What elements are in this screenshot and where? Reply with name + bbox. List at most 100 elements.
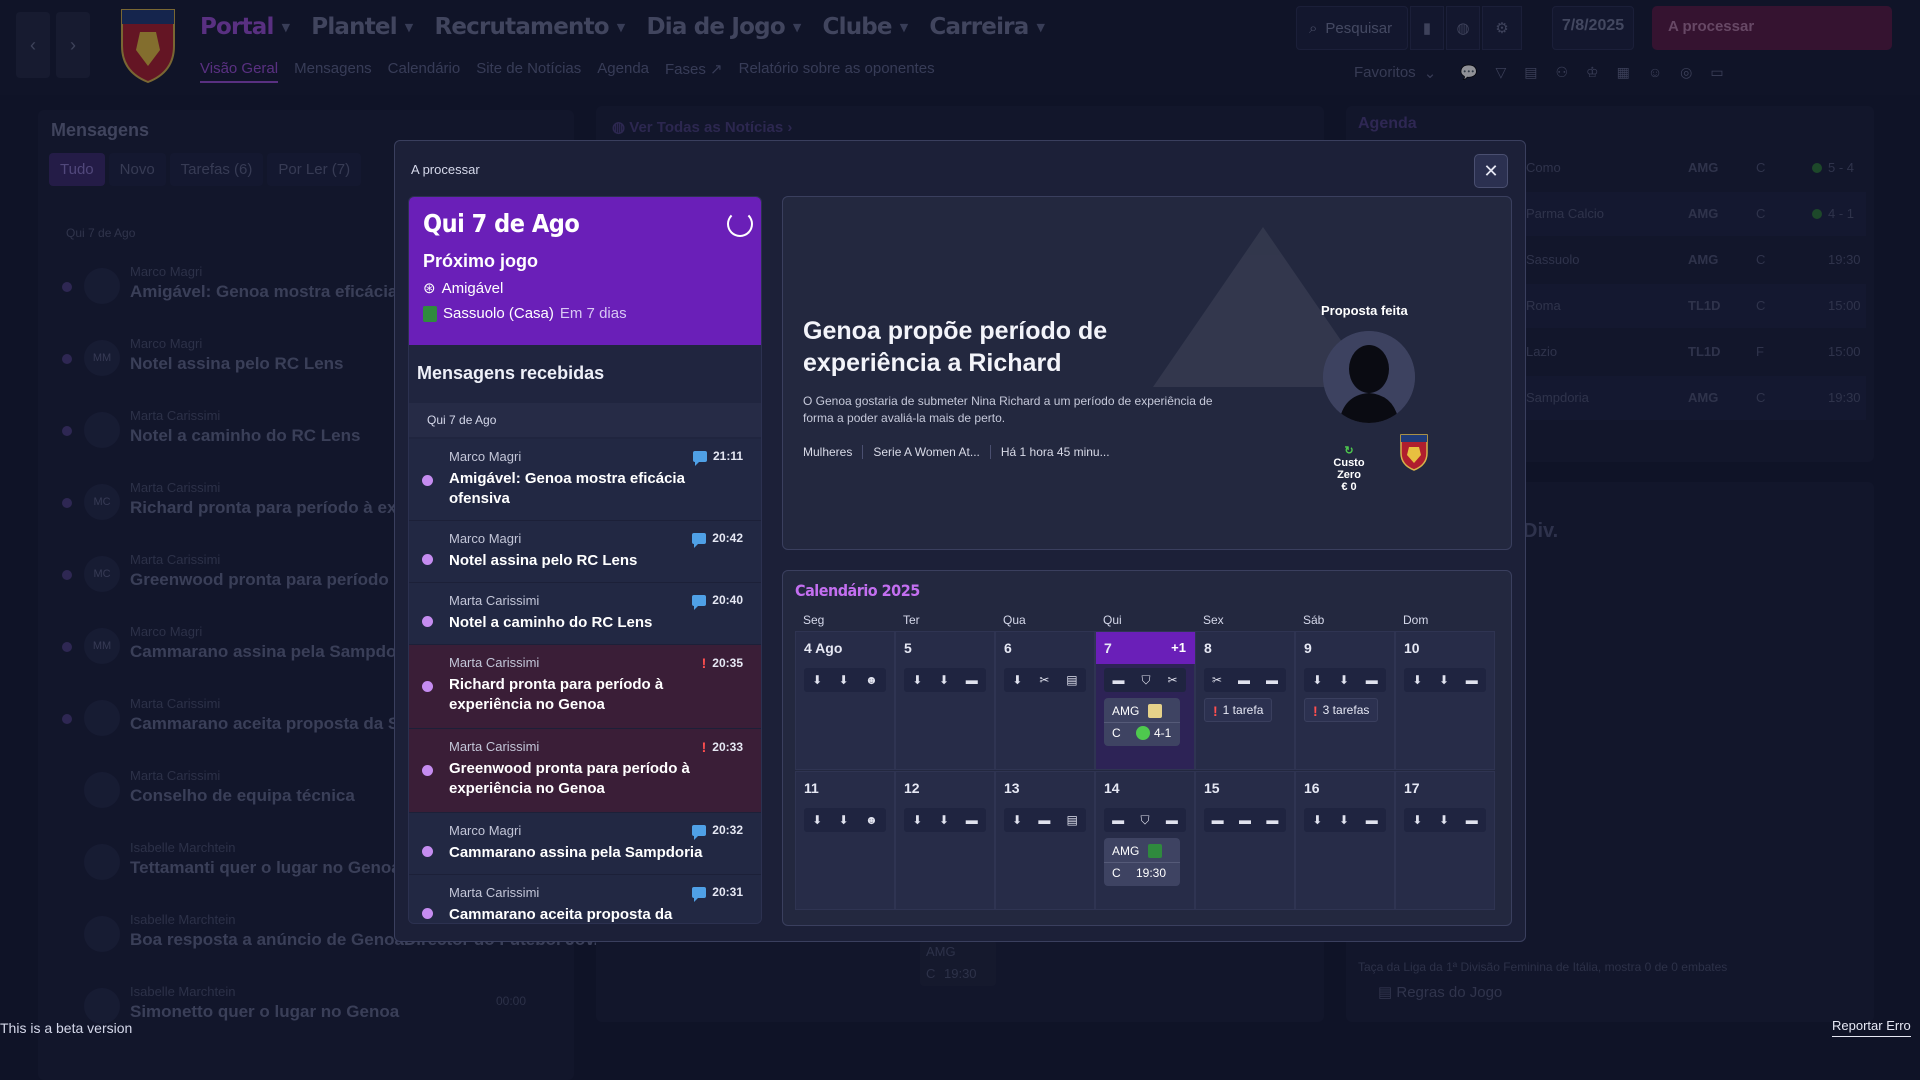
chat-icon: [692, 594, 707, 610]
calendar-day[interactable]: 17 ⬇ ⬇ ▬: [1395, 771, 1495, 910]
day-number: 6: [1004, 640, 1012, 656]
message-time: 20:40: [692, 593, 743, 610]
message-from: Marta Carissimi: [449, 739, 540, 754]
day-activities[interactable]: ⬇ ▬ ▤: [1004, 808, 1086, 832]
win-dot: [1136, 726, 1150, 740]
calendar-title: Calendário 2025: [795, 581, 920, 600]
task-count: 3 tarefas: [1322, 703, 1370, 717]
day-activities[interactable]: ⬇ ⬇ ▬: [904, 668, 986, 692]
message-time: 21:11: [692, 449, 743, 466]
message-time: 20:32: [692, 823, 743, 840]
opponent-crest-icon: [423, 305, 437, 322]
report-error-link[interactable]: Reportar Erro: [1832, 1018, 1911, 1037]
chat-icon: [692, 532, 707, 548]
training-icon: ▬: [1211, 813, 1224, 827]
calendar-day[interactable]: 5 ⬇ ⬇ ▬: [895, 631, 995, 770]
weekday-label: Qui: [1103, 613, 1122, 627]
match-venue: C: [1112, 726, 1121, 740]
news-card[interactable]: Genoa propõe período de experiência a Ri…: [782, 196, 1512, 550]
day-activities[interactable]: ⬇ ⬇ ▬: [904, 808, 986, 832]
calendar-day[interactable]: 16 ⬇ ⬇ ▬: [1295, 771, 1395, 910]
message-item[interactable]: Marco Magri 20:42 Notel assina pelo RC Len…: [409, 521, 761, 583]
training-icon: ⬇: [1312, 813, 1323, 827]
message-item[interactable]: Marco Magri 21:11 Amigável: Genoa mostra e…: [409, 439, 761, 521]
day-activities[interactable]: ▬ ⛉ ✂: [1104, 668, 1186, 692]
day-activities[interactable]: ⬇ ⬇ ▬: [1304, 808, 1386, 832]
day-activities[interactable]: ✂ ▬ ▬: [1204, 668, 1286, 692]
task-badge[interactable]: ! 1 tarefa: [1204, 698, 1273, 722]
calendar-day[interactable]: 12 ⬇ ⬇ ▬: [895, 771, 995, 910]
calendar-day[interactable]: 4 Ago ⬇ ⬇ ☻: [795, 631, 895, 770]
close-button[interactable]: ✕: [1474, 154, 1508, 188]
calendar-day[interactable]: 14 ▬ ⛉ ▬ AMG C 19:30: [1095, 771, 1195, 910]
unread-dot: [422, 475, 433, 486]
opponent-crest-icon: [1148, 704, 1162, 718]
training-icon: ▬: [1266, 813, 1279, 827]
day-activities[interactable]: ⬇ ⬇ ☻: [804, 668, 886, 692]
unread-dot: [422, 765, 433, 776]
message-subject: Greenwood pronta para período à experiên…: [449, 760, 690, 797]
match-comp: AMG: [1112, 844, 1140, 858]
close-icon: ✕: [1483, 160, 1499, 181]
training-icon: ⬇: [1012, 673, 1023, 687]
unread-dot: [422, 846, 433, 857]
training-icon: ⬇: [939, 813, 950, 827]
player-avatar[interactable]: [1323, 331, 1415, 423]
match-result-box[interactable]: AMG C 4-1: [1104, 698, 1180, 746]
calendar-day[interactable]: 6 ⬇ ✂ ▤: [995, 631, 1095, 770]
message-item[interactable]: Marta Carissimi 20:40 Notel a caminho do R…: [409, 583, 761, 645]
weekday-label: Seg: [803, 613, 825, 627]
training-icon: ✂: [1167, 673, 1178, 687]
message-subject: Notel a caminho do RC Lens: [449, 614, 653, 631]
day-number: 12: [904, 780, 920, 796]
modal-label: A processar: [411, 162, 480, 177]
training-icon: ▬: [1112, 673, 1125, 687]
message-from: Marco Magri: [449, 449, 522, 464]
calendar-day[interactable]: 10 ⬇ ⬇ ▬: [1395, 631, 1495, 770]
news-tag: Há 1 hora 45 minu...: [989, 445, 1120, 459]
message-item[interactable]: Marta Carissimi 20:31 Cammarano aceita pro…: [409, 875, 761, 923]
match-fixture-box[interactable]: AMG C 19:30: [1104, 838, 1180, 886]
weekday-label: Dom: [1403, 613, 1429, 627]
chat-icon: [692, 824, 707, 840]
alert-icon: !: [1313, 703, 1318, 719]
match-venue: C: [1112, 866, 1121, 880]
calendar-day[interactable]: 7 +1 ▬ ⛉ ✂ AMG C 4-1: [1095, 631, 1196, 770]
chat-icon: [692, 886, 707, 902]
message-item[interactable]: Marta Carissimi ! 20:33 Greenwood pronta pa…: [409, 729, 761, 813]
calendar-day[interactable]: 13 ⬇ ▬ ▤: [995, 771, 1095, 910]
training-icon: ⬇: [1412, 813, 1423, 827]
calendar-day[interactable]: 9 ⬇ ⬇ ▬! 3 tarefas: [1295, 631, 1395, 770]
next-game-card[interactable]: Qui 7 de Ago Próximo jogo ⊛ Amigável Sass…: [409, 197, 761, 345]
calendar-day[interactable]: 15 ▬ ▬ ▬: [1195, 771, 1295, 910]
message-item[interactable]: Marco Magri 20:32 Cammarano assina pela Sa…: [409, 813, 761, 875]
calendar-day[interactable]: 8 ✂ ▬ ▬! 1 tarefa: [1195, 631, 1295, 770]
calendar-day[interactable]: 11 ⬇ ⬇ ☻: [795, 771, 895, 910]
message-from: Marta Carissimi: [449, 593, 540, 608]
left-column: Qui 7 de Ago Próximo jogo ⊛ Amigável Sass…: [408, 196, 762, 924]
message-time-value: 20:35: [712, 656, 743, 670]
message-time-value: 20:32: [712, 823, 743, 837]
day-activities[interactable]: ▬ ⛉ ▬: [1104, 808, 1186, 832]
message-item[interactable]: Marta Carissimi! 20:35 Richard pronta para…: [409, 645, 761, 729]
extra-events-count[interactable]: +1: [1171, 640, 1186, 655]
training-icon: ⬇: [939, 673, 950, 687]
day-activities[interactable]: ⬇ ⬇ ☻: [804, 808, 886, 832]
training-icon: ⛉: [1140, 812, 1150, 827]
training-icon: ▤: [1066, 673, 1078, 687]
training-icon: ✂: [1211, 673, 1223, 687]
day-activities[interactable]: ⬇ ⬇ ▬: [1404, 668, 1486, 692]
day-activities[interactable]: ⬇ ⬇ ▬: [1304, 668, 1386, 692]
day-activities[interactable]: ⬇ ⬇ ▬: [1404, 808, 1486, 832]
task-badge[interactable]: ! 3 tarefas: [1304, 698, 1379, 722]
unread-dot: [422, 554, 433, 565]
training-icon: ▬: [1265, 673, 1278, 687]
day-number: 9: [1304, 640, 1312, 656]
cost-label: Custo Zero: [1333, 457, 1365, 481]
day-activities[interactable]: ⬇ ✂ ▤: [1004, 668, 1086, 692]
training-icon: ⛉: [1141, 672, 1151, 687]
day-activities[interactable]: ▬ ▬ ▬: [1204, 808, 1286, 832]
training-icon: ✂: [1039, 673, 1050, 687]
alert-icon: !: [701, 655, 707, 671]
message-time: ! 20:33: [702, 739, 743, 755]
